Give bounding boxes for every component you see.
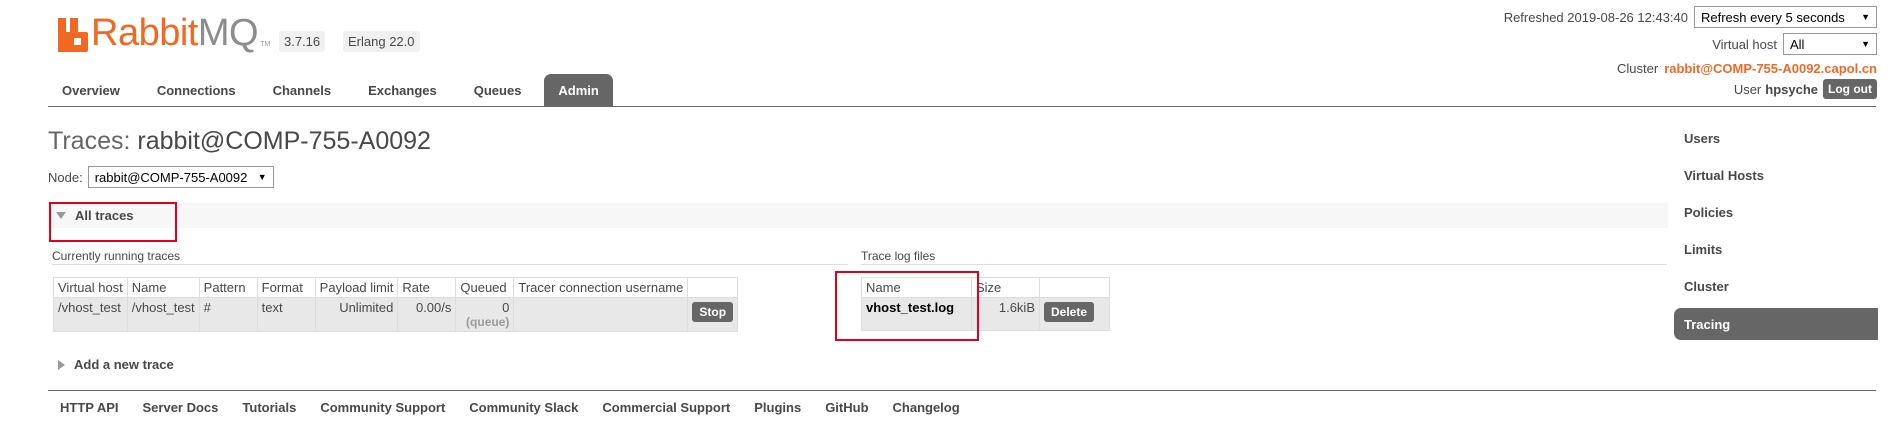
tabs-divider — [48, 106, 1876, 107]
refresh-interval-value: Refresh every 5 seconds — [1701, 9, 1845, 25]
node-selector-row: Node: rabbit@COMP-755-A0092 ▼ — [48, 166, 274, 188]
refresh-interval-select[interactable]: Refresh every 5 seconds ▼ — [1694, 6, 1877, 28]
col-queued: Queued — [455, 277, 515, 298]
running-traces-divider — [52, 264, 848, 265]
erlang-version-badge: Erlang 22.0 — [343, 31, 420, 52]
node-select-value: rabbit@COMP-755-A0092 — [94, 169, 248, 185]
dropdown-arrow-icon: ▼ — [257, 172, 267, 182]
sidebar-item-users[interactable]: Users — [1674, 120, 1878, 157]
refreshed-timestamp: Refreshed 2019-08-26 12:43:40 — [1503, 9, 1688, 25]
cell-log-size: 1.6kiB — [971, 297, 1040, 331]
table-header-row: Virtual host Name Pattern Format Payload… — [53, 277, 739, 298]
running-traces-heading: Currently running traces — [52, 249, 181, 263]
col-pattern: Pattern — [198, 277, 258, 298]
stop-trace-button[interactable]: Stop — [692, 302, 734, 322]
logo-text-rabbit: Rabbit — [91, 12, 198, 54]
cell-payload-limit: Unlimited — [314, 297, 399, 332]
delete-log-button[interactable]: Delete — [1044, 302, 1095, 322]
virtual-host-label: Virtual host — [1712, 36, 1777, 52]
cell-pattern: # — [198, 297, 258, 332]
add-new-trace-label: Add a new trace — [74, 357, 174, 372]
cell-tracer-user — [513, 297, 689, 332]
table-row: /vhost_test /vhost_test # text Unlimited… — [53, 297, 739, 332]
footer-link-github[interactable]: GitHub — [825, 400, 868, 415]
running-traces-table: Virtual host Name Pattern Format Payload… — [53, 277, 739, 332]
user-label: User — [1733, 81, 1762, 97]
footer-link-http-api[interactable]: HTTP API — [60, 400, 119, 415]
footer-link-server-docs[interactable]: Server Docs — [143, 400, 219, 415]
col-log-actions — [1039, 277, 1110, 298]
col-log-size: Size — [971, 277, 1040, 298]
tab-connections[interactable]: Connections — [143, 74, 250, 106]
tab-channels[interactable]: Channels — [259, 74, 346, 106]
col-virtual-host: Virtual host — [53, 277, 128, 298]
virtual-host-select[interactable]: All ▼ — [1783, 33, 1877, 55]
footer-link-tutorials[interactable]: Tutorials — [242, 400, 296, 415]
col-payload-limit: Payload limit — [314, 277, 399, 298]
col-actions — [687, 277, 739, 298]
queue-link[interactable]: (queue) — [460, 315, 509, 329]
tab-overview[interactable]: Overview — [48, 74, 134, 106]
sidebar-item-cluster[interactable]: Cluster — [1674, 268, 1878, 305]
admin-sidebar: Users Virtual Hosts Policies Limits Clus… — [1674, 120, 1878, 340]
highlight-box-all-traces — [49, 202, 177, 242]
trace-log-files-heading: Trace log files — [861, 249, 936, 263]
cell-queued: 0 (queue) — [455, 297, 515, 332]
cell-format: text — [256, 297, 316, 332]
node-select[interactable]: rabbit@COMP-755-A0092 ▼ — [87, 166, 274, 188]
node-label: Node: — [48, 169, 83, 185]
logo-text-mq: MQ — [197, 12, 259, 54]
all-traces-section: All traces — [48, 203, 1668, 228]
cell-name: /vhost_test — [126, 297, 200, 332]
sidebar-item-limits[interactable]: Limits — [1674, 231, 1878, 268]
footer-link-plugins[interactable]: Plugins — [754, 400, 801, 415]
logout-button[interactable]: Log out — [1823, 79, 1877, 99]
dropdown-arrow-icon: ▼ — [1861, 12, 1870, 22]
virtual-host-value: All — [1790, 36, 1805, 52]
rabbit-logo-icon — [58, 18, 88, 52]
footer-links: HTTP API Server Docs Tutorials Community… — [60, 400, 984, 415]
user-name: hpsyche — [1765, 81, 1819, 97]
page-title-node: rabbit@COMP-755-A0092 — [137, 127, 431, 155]
highlight-box-trace-log — [835, 271, 979, 341]
add-new-trace-toggle[interactable]: Add a new trace — [58, 357, 174, 372]
col-rate: Rate — [397, 277, 457, 298]
rabbitmq-version-badge: 3.7.16 — [279, 31, 326, 52]
queued-count: 0 — [502, 300, 510, 315]
footer-link-changelog[interactable]: Changelog — [893, 400, 960, 415]
expand-triangle-icon — [58, 359, 65, 370]
footer-link-community-support[interactable]: Community Support — [320, 400, 445, 415]
cluster-name: rabbit@COMP-755-A0092.capol.cn — [1664, 60, 1877, 76]
cell-vhost: /vhost_test — [53, 297, 128, 332]
cell-log-actions: Delete — [1039, 297, 1110, 331]
logo-trademark: TM — [260, 41, 271, 48]
trace-log-files-divider — [861, 264, 1667, 265]
col-format: Format — [256, 277, 316, 298]
dropdown-arrow-icon: ▼ — [1861, 39, 1870, 49]
sidebar-item-policies[interactable]: Policies — [1674, 194, 1878, 231]
col-tracer-user: Tracer connection username — [513, 277, 689, 298]
cell-actions: Stop — [687, 297, 739, 332]
footer-link-community-slack[interactable]: Community Slack — [469, 400, 578, 415]
page-title-prefix: Traces: — [48, 127, 131, 155]
cluster-label: Cluster — [1617, 60, 1659, 76]
tab-admin[interactable]: Admin — [544, 74, 613, 106]
col-name: Name — [126, 277, 200, 298]
cell-rate: 0.00/s — [397, 297, 457, 332]
rabbitmq-logo[interactable]: Rabbit MQ TM — [58, 14, 270, 52]
main-tabs: Overview Connections Channels Exchanges … — [48, 74, 622, 106]
footer-divider — [48, 390, 1876, 391]
sidebar-item-virtual-hosts[interactable]: Virtual Hosts — [1674, 157, 1878, 194]
status-panel: Refreshed 2019-08-26 12:43:40 Refresh ev… — [1504, 6, 1877, 105]
tab-queues[interactable]: Queues — [460, 74, 536, 106]
sidebar-item-tracing[interactable]: Tracing — [1674, 308, 1878, 340]
page-title: Traces: rabbit@COMP-755-A0092 — [48, 127, 431, 156]
footer-link-commercial-support[interactable]: Commercial Support — [602, 400, 730, 415]
tab-exchanges[interactable]: Exchanges — [354, 74, 451, 106]
